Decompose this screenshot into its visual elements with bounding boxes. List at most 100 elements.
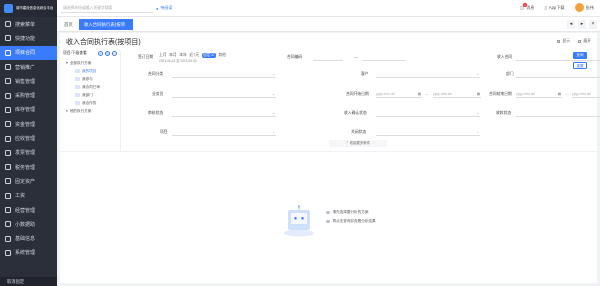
sidebar-item-label: 快捷功能 [15,35,36,42]
avatar [574,3,584,12]
collapse-more-button[interactable]: ⌃ 收起更多条件 [329,140,387,147]
caret-down-icon: ▾ [66,109,68,113]
tree-node[interactable]: 我合作的 [63,99,120,107]
receive-status-select[interactable]: ⌄ [376,110,480,117]
menu-icon [5,35,11,42]
sidebar-item[interactable]: 库存管理 [0,103,57,117]
date-pill[interactable]: 自定义 [201,53,216,58]
tree-node[interactable]: 我合同已审 [63,83,120,91]
close-status-select[interactable]: ⌄ [376,129,480,136]
income-contract-select[interactable]: ⌄ [516,54,600,61]
start-date-from[interactable]: yyyy-mm-dd ▦ [376,91,422,98]
tab-current[interactable]: 收入合同执行表(按项目) [79,19,133,38]
sidebar-item-label: 税务管理 [15,164,36,171]
sidebar-item[interactable]: 项目合同 [0,45,57,60]
contract-type-label: 合同分类 [148,72,164,76]
unread-link[interactable]: ● 待阅读 [156,5,172,11]
tab-next-icon[interactable]: ▸ [578,20,586,29]
folder-icon [75,77,80,81]
sidebar-item[interactable]: 经营管理 [0,203,57,217]
sidebar-item-label: 发票管理 [15,150,36,157]
sidebar-item[interactable]: 营销推广 [0,60,57,74]
contract-no-to[interactable] [362,54,406,61]
tree-refresh-icon[interactable]: ↻ [105,51,110,56]
tree-node[interactable]: ▾ 他的执行方案 [63,107,120,115]
tree-node[interactable]: 我的项目 [63,67,120,75]
tree-header: 项目/下级查看 [63,51,87,55]
tab-home[interactable]: 首页 [59,19,78,30]
sidebar-item[interactable]: 小数据助 [0,217,57,231]
tabs-bar: 首页 收入合同执行表(按项目) ◂ ▸ × [57,17,600,38]
sidebar-item-label: 系统管理 [15,250,36,257]
chevron-down-icon: ⌄ [272,130,275,134]
tree-node[interactable]: 我部门 [63,91,120,99]
tab-close-all-icon[interactable]: × [589,20,597,29]
sidebar-item[interactable]: 销售管理 [0,74,57,88]
menu-icon [5,78,11,85]
close-status-label: 关闭状态 [351,130,367,134]
main-panel: 收入合同执行表(按项目) 显示 展开 项目/下级查看 + ↻ ⋯ ▾ 全部执行方案… [60,33,600,283]
tree-node-label: 我的项目 [82,69,97,73]
menu-icon [5,92,11,99]
audit-status-select[interactable]: ⌄ [172,110,276,117]
contract-type-select[interactable]: ⌄ [172,71,276,78]
tab-prev-icon[interactable]: ◂ [567,20,575,29]
logo-icon [4,4,13,13]
tree-node-label: 全部执行方案 [69,61,92,65]
end-date-from[interactable]: yyyy-mm-dd ▦ [516,91,562,98]
sidebar-item[interactable]: 系统管理 [0,246,57,260]
folder-icon [75,69,80,73]
contract-no-from[interactable] [313,54,343,61]
tree-add-icon[interactable]: + [98,51,103,56]
end-date-to[interactable]: yyyy-mm-dd▦ [572,91,600,98]
collapse-sidebar-button[interactable]: 取消固定 [0,277,57,286]
empty-state-robot-icon [284,205,314,237]
salesman-select[interactable]: ⌄ [172,91,276,98]
salesman-label: 业务员 [152,92,164,96]
tree-more-icon[interactable]: ⋯ [112,51,117,56]
tree-node[interactable]: ▾ 全部执行方案 [63,59,120,67]
sidebar-item-label: 基础信息 [15,236,36,243]
folder-icon [75,85,80,89]
sidebar-item[interactable]: 工资 [0,189,57,203]
chevron-down-icon: ⌄ [476,72,479,76]
menu-icon [5,164,11,171]
expand-toggle[interactable]: 展开 [577,39,591,44]
collect-status-select[interactable]: ⌄ [516,110,600,117]
start-date-to[interactable]: yyyy-mm-dd ▦ [433,91,481,98]
sidebar-item[interactable]: 发票管理 [0,146,57,160]
sign-date-label: 签订日期 [138,55,154,59]
date-pill[interactable]: 其他 [218,53,226,58]
sidebar-item[interactable]: 资金管理 [0,117,57,131]
sidebar-item[interactable]: 搜索菜单 [0,17,57,31]
sidebar-item-label: 固定资产 [15,178,36,185]
sidebar-item[interactable]: 应收管理 [0,131,57,145]
empty-tip-1: 请先选择要分析的方案 [332,210,369,214]
project-select[interactable]: ⌄ [172,129,276,136]
user-menu[interactable]: 张伟 [574,3,594,12]
global-search-input[interactable]: 请选择年份或输入关键字搜索 [61,4,153,13]
calendar-icon: ▦ [557,92,561,96]
date-range[interactable]: 2023-06-16 至 2023-06-30 [159,58,197,63]
notice-button[interactable]: ◫ 1 消息 [520,2,534,11]
bullet-icon [326,219,330,224]
customer-select[interactable]: ⌄ [376,71,480,78]
phone-icon: ▯ [544,5,547,10]
audit-status-label: 审核状态 [148,111,164,115]
project-label: 项目 [160,130,168,134]
sidebar-item-label: 搜索菜单 [15,21,36,28]
caret-down-icon: ▾ [66,61,68,65]
reset-button[interactable]: 重置 [573,62,587,69]
sidebar-item[interactable]: 采购管理 [0,88,57,102]
show-toggle[interactable]: 显示 [556,39,570,44]
tree-node[interactable]: 我参与 [63,75,120,83]
dept-label: 部门 [506,72,514,76]
dept-select[interactable]: ⌄ [516,71,600,78]
menu-icon [5,106,11,113]
query-button[interactable]: 查询 [573,52,587,59]
app-download-button[interactable]: ▯ App下载 [544,5,564,11]
sidebar-item[interactable]: 税务管理 [0,160,57,174]
sidebar-item[interactable]: 基础信息 [0,231,57,245]
sidebar-item[interactable]: 固定资产 [0,174,57,188]
sidebar-item[interactable]: 快捷功能 [0,31,57,45]
